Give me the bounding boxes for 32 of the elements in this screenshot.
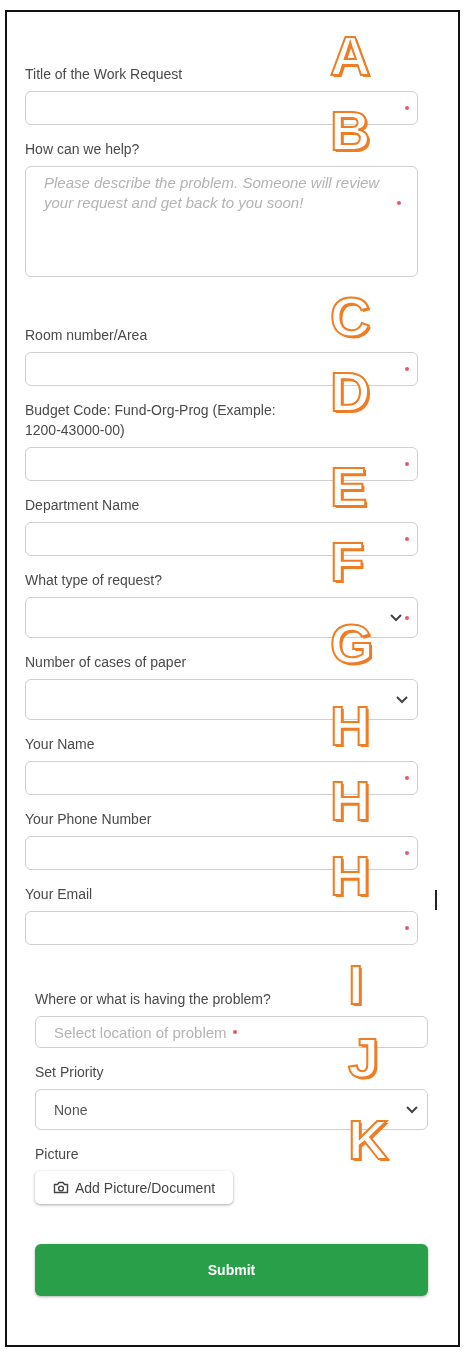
field-label: Your Phone Number (25, 810, 153, 829)
annotation-letter: E (330, 459, 368, 515)
field-label: Title of the Work Request (25, 65, 184, 84)
field-label: Set Priority (35, 1063, 105, 1082)
chevron-down-icon (389, 613, 403, 622)
field-label: Your Email (25, 885, 94, 904)
text-area[interactable]: Please describe the problem. Someone will review your request and get back to you soon! (25, 166, 418, 277)
field-label: Where or what is having the problem? (35, 990, 272, 1009)
annotation-letter: B (330, 103, 371, 159)
annotation-letter: D (330, 364, 371, 420)
annotation-letter: C (330, 289, 371, 345)
chevron-down-icon (405, 1105, 419, 1114)
field-label: How can we help? (25, 140, 141, 159)
annotation-letter: F (330, 534, 365, 590)
annotation-letter: A (330, 28, 371, 84)
field-label: Budget Code: Fund-Org-Prog (Example: 1200-43000-00) (25, 401, 277, 440)
chevron-down-icon (395, 695, 409, 704)
field-label: Picture (35, 1145, 80, 1164)
field-label: Number of cases of paper (25, 653, 188, 672)
text-cursor (435, 890, 437, 910)
annotation-letter: H (330, 773, 371, 829)
annotation-letter: H (330, 698, 371, 754)
annotation-letter: I (348, 957, 364, 1013)
upload-button[interactable]: Add Picture/Document (35, 1171, 234, 1204)
camera-icon (53, 1181, 69, 1194)
field-label: Room number/Area (25, 326, 149, 345)
field-label: What type of request? (25, 571, 163, 590)
annotation-letter: H (330, 848, 371, 904)
annotation-letter: G (330, 616, 374, 672)
submit-button[interactable]: Submit (35, 1244, 428, 1296)
field-label: Department Name (25, 496, 141, 515)
field-label: Your Name (25, 735, 96, 754)
